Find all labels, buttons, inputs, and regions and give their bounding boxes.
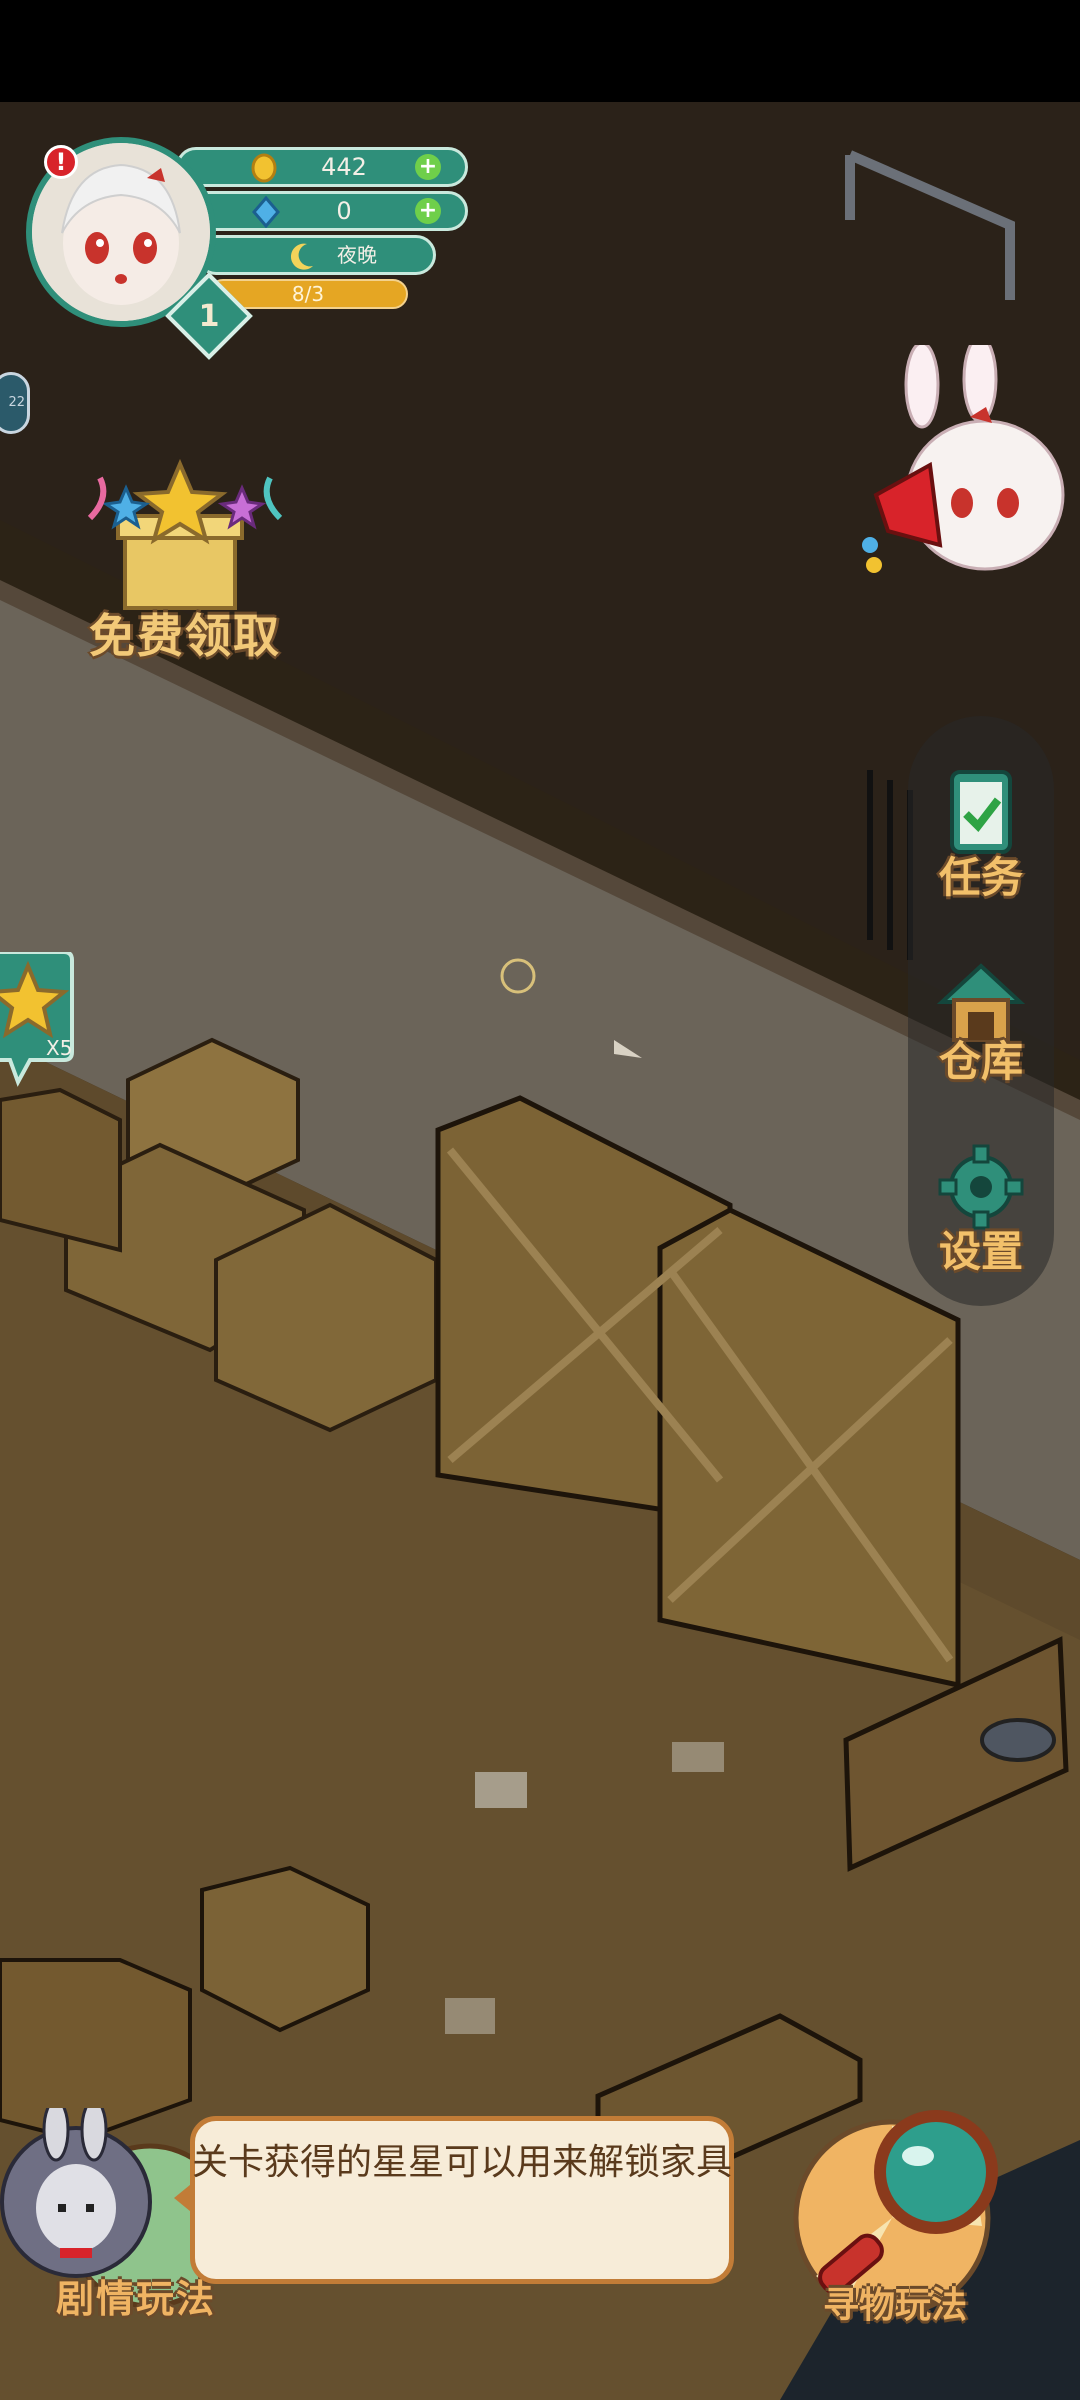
- star-reward-tab[interactable]: [0, 952, 86, 1092]
- time-of-day-pill: 夜晚: [196, 235, 436, 275]
- rabbit-girl-megaphone-icon: [862, 335, 1065, 573]
- coin-count: 442: [321, 153, 367, 181]
- coin-icon: [251, 153, 277, 183]
- level-number: 1: [198, 298, 220, 334]
- player-hud: 442 + 0 + 夜晚 8/3 ! 1: [26, 133, 476, 373]
- gift-box-icon: [87, 458, 283, 610]
- gem-counter: 0 +: [176, 191, 468, 231]
- coin-counter: 442 +: [176, 147, 468, 187]
- warehouse-label: 仓库: [938, 1037, 1023, 1086]
- find-object-label: 寻物玩法: [822, 2285, 967, 2326]
- add-gems-button[interactable]: +: [415, 198, 441, 224]
- announcement-character[interactable]: [860, 335, 1080, 605]
- clipboard-check-icon: [950, 770, 1012, 854]
- tasks-button[interactable]: 任务: [908, 764, 1054, 914]
- gem-icon: [252, 196, 280, 228]
- free-gift-button[interactable]: 免费领取: [70, 458, 300, 668]
- story-mode-label: 剧情玩法: [56, 2277, 217, 2321]
- gem-count: 0: [336, 197, 352, 225]
- side-menu: 任务 仓库 设置: [908, 716, 1054, 1306]
- moon-icon: [290, 243, 313, 270]
- add-coins-button[interactable]: +: [415, 154, 441, 180]
- tutorial-text: 关卡获得的星星可以用来解锁家具: [191, 2142, 732, 2183]
- free-gift-label: 免费领取: [89, 609, 281, 663]
- alert-badge[interactable]: !: [44, 145, 78, 179]
- star-multiplier: X5: [46, 1036, 73, 1060]
- warehouse-button[interactable]: 仓库: [908, 956, 1054, 1106]
- tasks-label: 任务: [938, 853, 1023, 902]
- settings-label: 设置: [938, 1227, 1023, 1276]
- time-of-day-label: 夜晚: [337, 243, 377, 267]
- side-edge-badge[interactable]: 22: [0, 372, 30, 434]
- status-bar: [0, 0, 1080, 102]
- settings-button[interactable]: 设置: [908, 1142, 1054, 1292]
